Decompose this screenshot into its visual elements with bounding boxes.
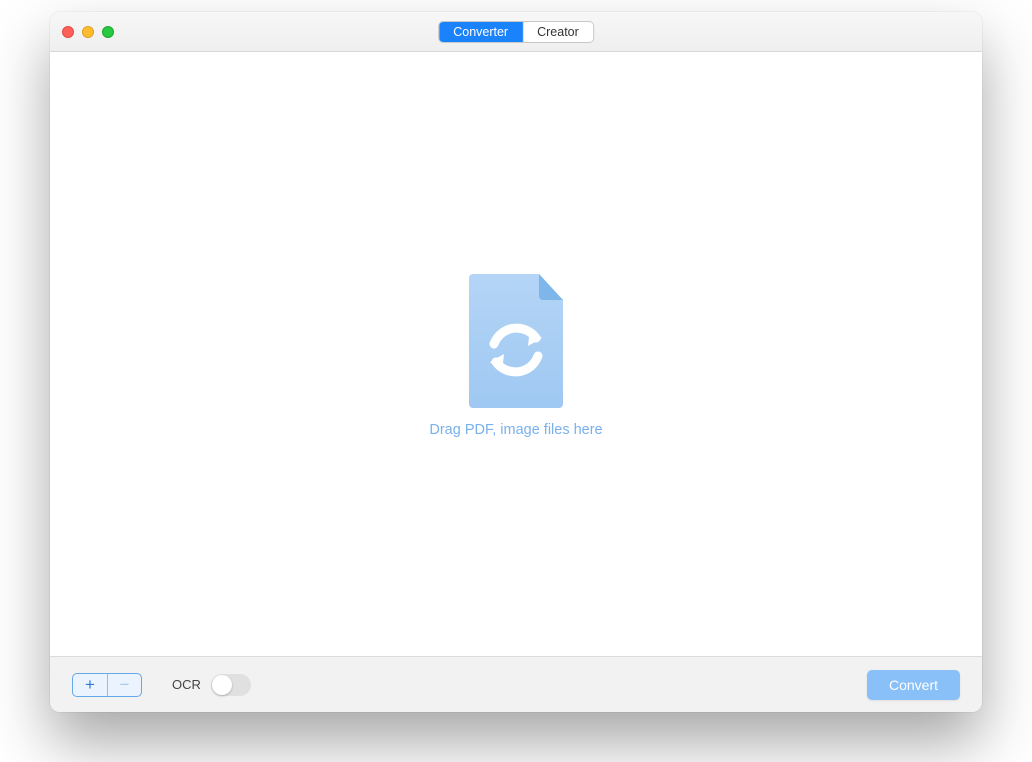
ocr-label: OCR (172, 677, 201, 692)
window-controls (62, 26, 114, 38)
ocr-group: OCR (172, 674, 251, 696)
add-file-button[interactable]: + (73, 674, 107, 696)
bottom-toolbar: + − OCR Convert (50, 656, 982, 712)
add-remove-group: + − (72, 673, 142, 697)
drop-area[interactable]: Drag PDF, image files here (50, 52, 982, 656)
remove-file-button[interactable]: − (107, 674, 141, 696)
zoom-window-button[interactable] (102, 26, 114, 38)
convert-button[interactable]: Convert (867, 670, 960, 700)
app-window: Converter Creator Drag PDF, image files … (50, 12, 982, 712)
mode-segmented-control: Converter Creator (438, 21, 594, 43)
file-convert-icon (461, 270, 571, 410)
ocr-toggle[interactable] (211, 674, 251, 696)
close-window-button[interactable] (62, 26, 74, 38)
minimize-window-button[interactable] (82, 26, 94, 38)
drop-hint-text: Drag PDF, image files here (429, 422, 602, 438)
titlebar: Converter Creator (50, 12, 982, 52)
tab-converter[interactable]: Converter (439, 22, 522, 42)
tab-creator[interactable]: Creator (522, 22, 593, 42)
toggle-knob (212, 675, 232, 695)
